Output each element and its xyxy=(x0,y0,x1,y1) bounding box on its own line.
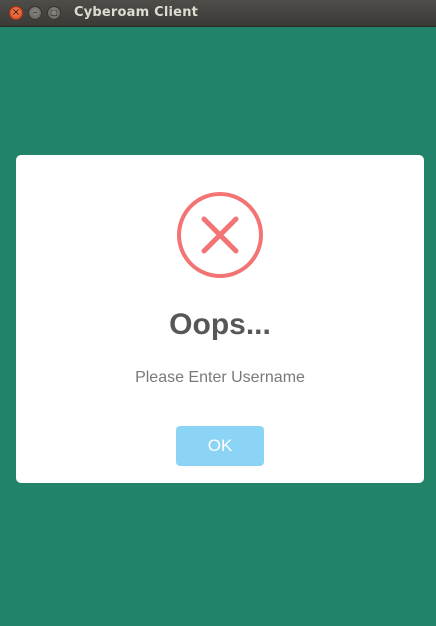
window-close-button[interactable]: × xyxy=(9,6,23,20)
window-title: Cyberoam Client xyxy=(74,5,199,20)
alert-dialog: Oops... Please Enter Username OK xyxy=(16,155,424,483)
ok-button[interactable]: OK xyxy=(176,426,264,466)
window-maximize-button[interactable]: □ xyxy=(47,6,61,20)
error-x-icon xyxy=(176,191,264,279)
close-icon: × xyxy=(11,7,21,18)
window-minimize-button[interactable]: – xyxy=(28,6,42,20)
dialog-title: Oops... xyxy=(169,308,271,341)
minimize-icon: – xyxy=(32,7,38,18)
app-window: × – □ Cyberoam Client Oops... Please Ent… xyxy=(0,0,436,626)
dialog-message: Please Enter Username xyxy=(135,369,305,386)
maximize-icon: □ xyxy=(50,8,58,17)
title-bar[interactable]: × – □ Cyberoam Client xyxy=(0,0,436,27)
